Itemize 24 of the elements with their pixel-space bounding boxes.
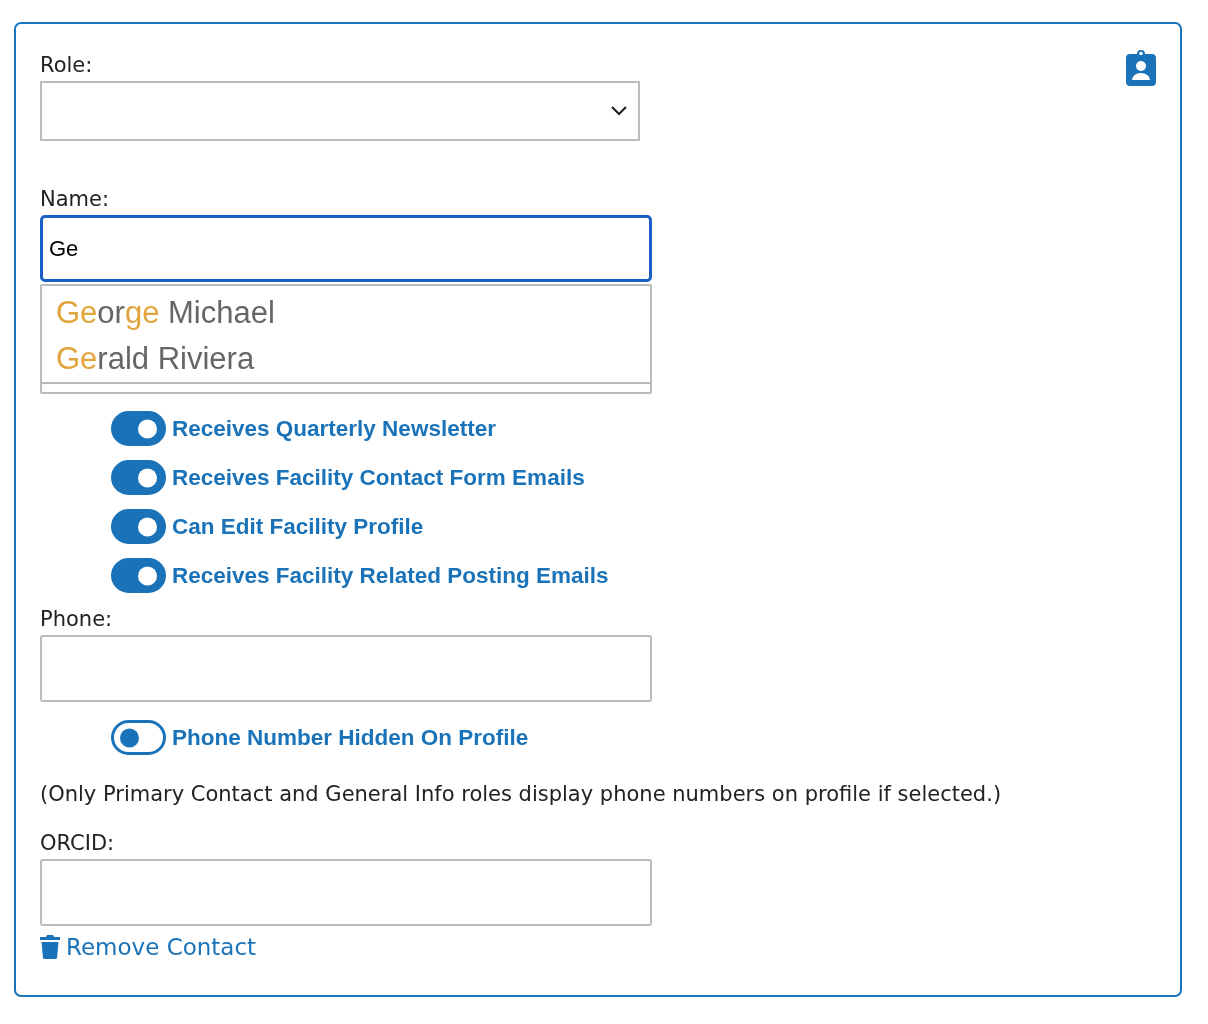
toggle-switch[interactable]	[111, 460, 166, 495]
toggle-switch[interactable]	[111, 720, 166, 755]
toggle-switch[interactable]	[111, 411, 166, 446]
toggle-switch[interactable]	[111, 509, 166, 544]
toggle-label[interactable]: Phone Number Hidden On Profile	[172, 724, 529, 751]
id-badge-icon	[1126, 48, 1156, 86]
phone-input[interactable]	[40, 635, 652, 702]
toggle-switch[interactable]	[111, 558, 166, 593]
name-input[interactable]: Ge	[40, 215, 652, 282]
orcid-input[interactable]	[40, 859, 652, 926]
toggle-label[interactable]: Receives Facility Related Posting Emails	[172, 562, 609, 589]
toggle-label[interactable]: Receives Facility Contact Form Emails	[172, 464, 585, 491]
remove-contact-link[interactable]: Remove Contact	[40, 934, 257, 960]
role-label: Role:	[40, 52, 93, 78]
suggestion-item[interactable]: Gerald Riviera	[42, 336, 255, 382]
toggle-label[interactable]: Receives Quarterly Newsletter	[172, 415, 496, 442]
phone-note: (Only Primary Contact and General Info roles display phone numbers on profile if selected.)	[40, 782, 1002, 806]
phone-label: Phone:	[40, 606, 113, 632]
suggestion-item[interactable]: George Michael	[42, 290, 275, 336]
toggle-label[interactable]: Can Edit Facility Profile	[172, 513, 424, 540]
chevron-down-icon	[610, 105, 628, 117]
name-label: Name:	[40, 186, 110, 212]
orcid-label: ORCID:	[40, 830, 115, 856]
trash-icon	[40, 935, 60, 959]
